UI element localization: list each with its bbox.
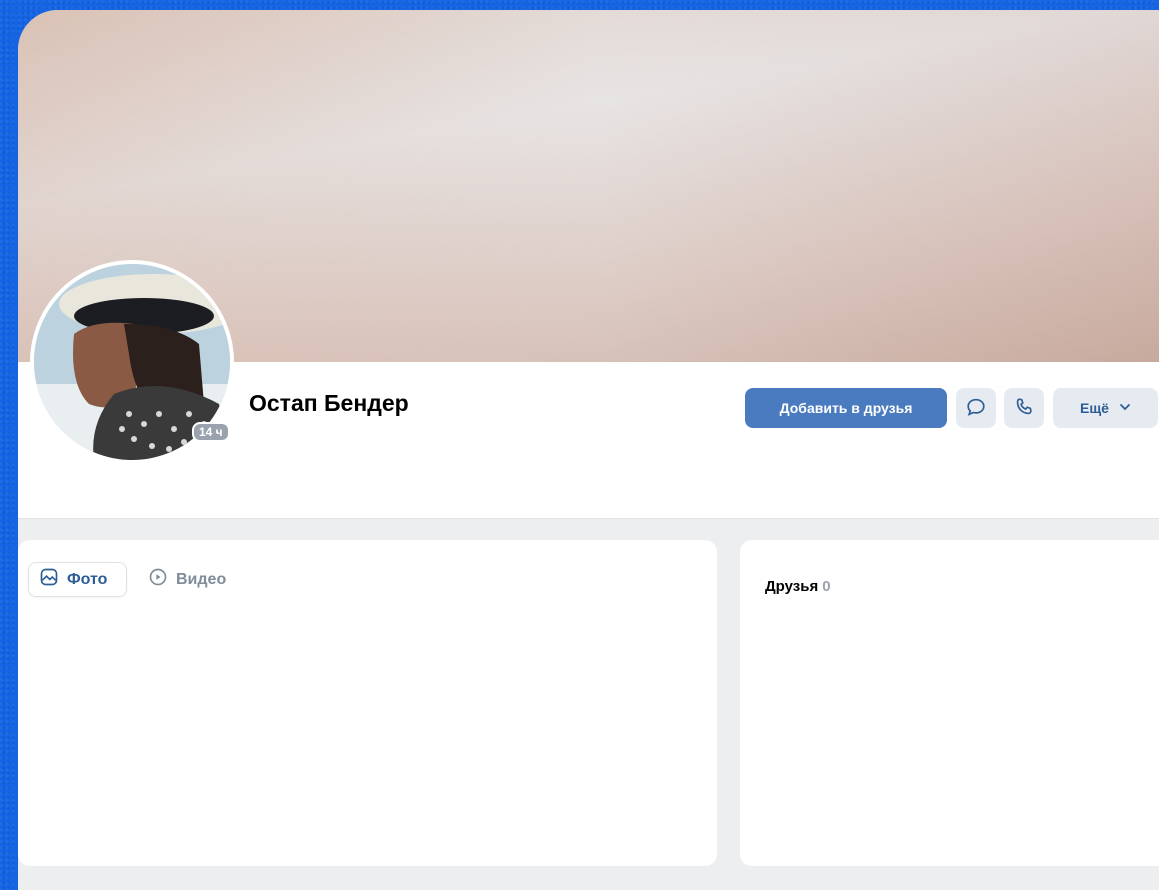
friends-panel: Друзья 0: [740, 540, 1159, 866]
play-circle-icon: [148, 567, 168, 592]
friends-count: 0: [822, 578, 831, 595]
add-friend-button[interactable]: Добавить в друзья: [745, 388, 947, 428]
tab-video[interactable]: Видео: [138, 562, 236, 597]
friends-header[interactable]: Друзья 0: [765, 578, 831, 595]
more-button[interactable]: Ещё: [1053, 388, 1158, 428]
message-button[interactable]: [956, 388, 996, 428]
call-button[interactable]: [1004, 388, 1044, 428]
picture-icon: [39, 567, 59, 592]
chevron-down-icon: [1119, 400, 1131, 416]
profile-window: 14 ч Остап Бендер Добавить в друзья Ещё: [18, 10, 1159, 890]
profile-name: Остап Бендер: [249, 390, 409, 416]
tab-photo-label: Фото: [67, 570, 108, 588]
tab-photo[interactable]: Фото: [28, 562, 127, 597]
avatar[interactable]: 14 ч: [30, 260, 234, 464]
phone-icon: [1013, 396, 1035, 421]
last-seen-badge: 14 ч: [192, 422, 230, 442]
tab-video-label: Видео: [176, 570, 227, 588]
friends-label: Друзья: [765, 578, 819, 595]
media-panel: Фото Видео: [18, 540, 717, 866]
chat-bubble-icon: [965, 396, 987, 421]
more-button-label: Ещё: [1080, 400, 1109, 416]
